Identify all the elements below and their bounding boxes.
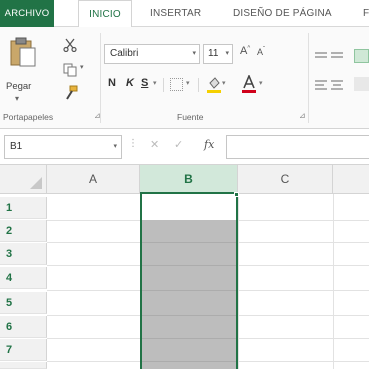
chevron-down-icon[interactable]: ▾ <box>225 45 229 63</box>
italic-button[interactable]: K <box>126 77 134 89</box>
grow-font-icon[interactable]: A^ <box>240 45 250 57</box>
row-header-3[interactable]: 3 <box>0 243 47 265</box>
bold-button[interactable]: N <box>108 77 116 89</box>
ribbon-home: Pegar ▾ ▾ Portapapeles ⊿ Calibri ▾ 11 ▾ … <box>0 27 369 129</box>
name-box-value: B1 <box>10 141 23 152</box>
active-cell-b1[interactable] <box>142 194 236 220</box>
row-header-8-partial[interactable] <box>0 362 47 369</box>
gridline <box>142 361 236 362</box>
font-name-value: Calibri <box>110 48 139 59</box>
paste-button-label[interactable]: Pegar <box>6 81 31 92</box>
more-options-icon: ⋮ <box>128 138 138 149</box>
underline-dropdown-icon[interactable]: ▾ <box>153 79 157 87</box>
cut-icon[interactable] <box>63 38 77 52</box>
row-header-2[interactable]: 2 <box>0 220 47 242</box>
formula-input[interactable] <box>226 135 369 159</box>
gridline <box>142 265 236 266</box>
copy-icon[interactable] <box>63 63 77 77</box>
column-header-a[interactable]: A <box>47 165 140 194</box>
align-left-icon[interactable] <box>315 80 327 90</box>
fill-color-dropdown-icon[interactable]: ▾ <box>222 79 226 87</box>
copy-dropdown-icon[interactable]: ▾ <box>80 63 84 71</box>
row-header-6[interactable]: 6 <box>0 316 47 338</box>
font-size-select[interactable]: 11 ▾ <box>203 44 233 64</box>
row-header-4[interactable]: 4 <box>0 267 47 289</box>
align-center-icon[interactable] <box>331 80 343 90</box>
font-color-dropdown-icon[interactable]: ▾ <box>259 79 263 87</box>
formula-bar: B1 ▾ ⋮ ✕ ✓ fx <box>0 129 369 165</box>
merge-center-icon[interactable] <box>354 77 369 91</box>
gridline <box>142 315 236 316</box>
row-header-5[interactable]: 5 <box>0 292 47 314</box>
column-header-b[interactable]: B <box>140 165 238 194</box>
paste-dropdown-icon[interactable]: ▾ <box>15 94 19 103</box>
divider <box>198 78 199 92</box>
wrap-text-icon[interactable] <box>354 49 369 63</box>
font-name-select[interactable]: Calibri ▾ <box>104 44 200 64</box>
chevron-down-icon[interactable]: ▾ <box>192 45 196 63</box>
tab-insertar[interactable]: INSERTAR <box>150 0 201 27</box>
ribbon-tabs: ARCHIVO INICIO INSERTAR DISEÑO DE PÁGINA… <box>0 0 369 28</box>
tab-archivo[interactable]: ARCHIVO <box>0 0 54 27</box>
gridline <box>142 290 236 291</box>
group-divider <box>308 33 309 123</box>
row-header-7[interactable]: 7 <box>0 339 47 361</box>
chevron-down-icon[interactable]: ▾ <box>113 136 117 158</box>
column-header-c[interactable]: C <box>238 165 333 194</box>
enter-check-icon[interactable]: ✓ <box>174 138 183 151</box>
select-all-button[interactable] <box>0 165 47 194</box>
underline-button[interactable]: S <box>141 77 148 89</box>
borders-icon[interactable] <box>170 78 183 91</box>
font-size-value: 11 <box>208 48 219 59</box>
divider <box>163 78 164 92</box>
gridline <box>142 242 236 243</box>
align-top-icon[interactable] <box>315 51 327 61</box>
borders-dropdown-icon[interactable]: ▾ <box>186 79 190 87</box>
tab-inicio[interactable]: INICIO <box>78 0 132 28</box>
gridline <box>142 338 236 339</box>
name-box[interactable]: B1 ▾ <box>4 135 122 159</box>
shrink-font-icon[interactable]: Aˇ <box>257 47 265 57</box>
column-header-d-partial[interactable] <box>333 165 369 194</box>
font-launcher-icon[interactable]: ⊿ <box>299 111 306 120</box>
selected-column-b[interactable] <box>140 194 238 369</box>
align-middle-icon[interactable] <box>331 51 343 61</box>
select-all-triangle-icon <box>30 177 42 189</box>
tab-diseno-de-pagina[interactable]: DISEÑO DE PÁGINA <box>233 0 332 27</box>
fill-handle[interactable] <box>234 192 239 197</box>
insert-function-icon[interactable]: fx <box>204 138 214 151</box>
format-painter-icon[interactable] <box>63 85 79 101</box>
font-group-label: Fuente <box>177 112 204 122</box>
font-color-icon[interactable] <box>242 75 256 93</box>
clipboard-group-label: Portapapeles <box>3 112 54 122</box>
cancel-icon[interactable]: ✕ <box>150 138 159 151</box>
group-divider <box>100 33 101 123</box>
paste-icon[interactable] <box>10 37 36 67</box>
tab-formulas-partial[interactable]: F <box>363 0 369 27</box>
fill-color-icon[interactable] <box>207 75 221 93</box>
row-header-1[interactable]: 1 <box>0 197 47 219</box>
